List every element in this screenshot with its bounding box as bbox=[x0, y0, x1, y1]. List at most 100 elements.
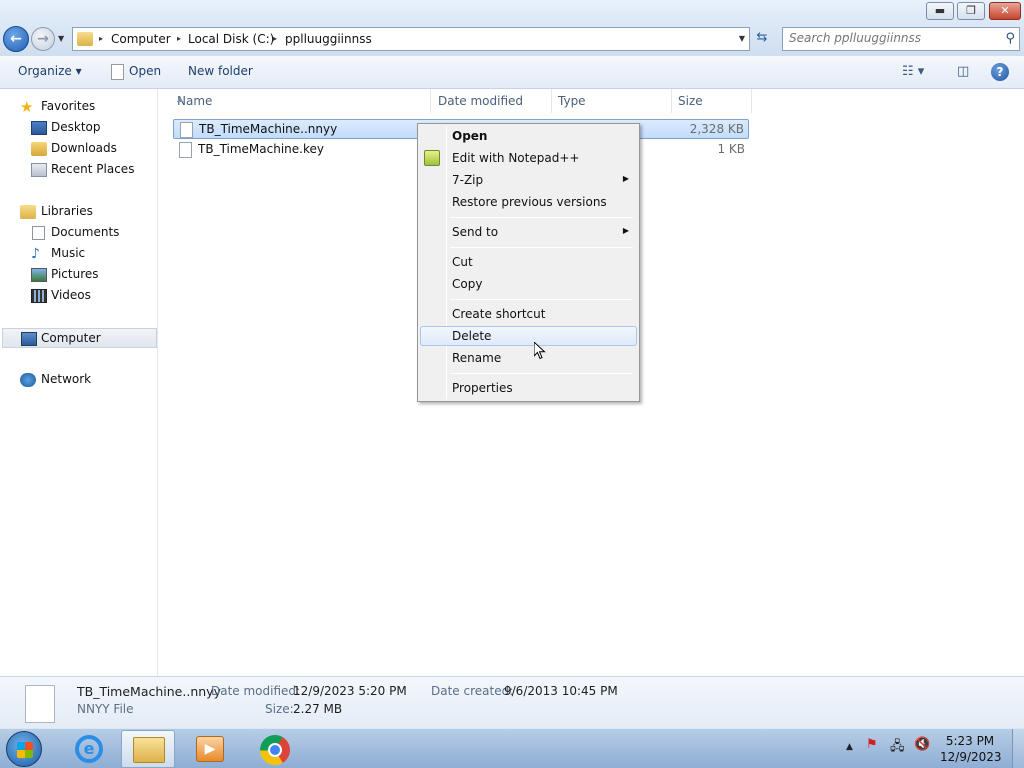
menu-item-create-shortcut[interactable]: Create shortcut bbox=[420, 304, 637, 324]
context-menu: Open Edit with Notepad++ 7-Zip ▶ Restore… bbox=[417, 123, 640, 402]
computer-icon bbox=[21, 332, 37, 346]
column-type-label: Type bbox=[558, 94, 586, 108]
menu-item-send-to[interactable]: Send to ▶ bbox=[420, 222, 637, 242]
nav-documents-label: Documents bbox=[51, 225, 120, 239]
nav-computer[interactable]: Computer bbox=[2, 328, 157, 348]
minimize-icon: ▬ bbox=[934, 4, 946, 17]
chrome-icon bbox=[260, 735, 290, 765]
libraries-icon bbox=[20, 205, 36, 219]
details-date-modified-label: Date modified: bbox=[211, 684, 301, 698]
windows-logo-icon bbox=[17, 742, 33, 758]
sort-ascending-icon: ▲ bbox=[177, 94, 184, 103]
menu-item-label: Properties bbox=[452, 381, 513, 395]
change-view-button[interactable]: ☷ ▾ bbox=[902, 64, 924, 79]
navigation-bar: ← → ▼ ▸ Computer ▸ Local Disk (C:) ▸ ppl… bbox=[0, 24, 1024, 56]
menu-item-7zip[interactable]: 7-Zip ▶ bbox=[420, 170, 637, 190]
nav-favorites[interactable]: ★ Favorites bbox=[0, 97, 158, 117]
start-button[interactable] bbox=[6, 731, 42, 767]
breadcrumb-folder[interactable]: pplluuggiinnss bbox=[285, 32, 372, 46]
maximize-button[interactable]: ❐ bbox=[957, 2, 985, 20]
search-input[interactable] bbox=[789, 31, 989, 45]
recent-places-icon bbox=[31, 163, 47, 177]
taskbar-media-player[interactable]: ▶ bbox=[184, 730, 238, 768]
menu-item-open[interactable]: Open bbox=[420, 126, 637, 146]
new-folder-button[interactable]: New folder bbox=[188, 64, 253, 78]
menu-item-label: Create shortcut bbox=[452, 307, 546, 321]
taskbar-windows-explorer[interactable] bbox=[121, 730, 175, 768]
menu-item-label: Edit with Notepad++ bbox=[452, 151, 580, 165]
details-date-modified: 12/9/2023 5:20 PM bbox=[293, 684, 407, 698]
file-icon bbox=[179, 142, 192, 158]
open-button[interactable]: Open bbox=[129, 64, 161, 78]
back-arrow-icon: ← bbox=[10, 31, 22, 47]
breadcrumb-separator[interactable]: ▸ bbox=[99, 34, 103, 43]
menu-item-label: 7-Zip bbox=[452, 173, 484, 187]
forward-button[interactable]: → bbox=[31, 27, 55, 51]
nav-computer-label: Computer bbox=[41, 331, 101, 345]
help-button[interactable]: ? bbox=[991, 63, 1009, 81]
nav-music[interactable]: ♪ Music bbox=[0, 244, 158, 264]
details-date-created-label: Date created: bbox=[431, 684, 514, 698]
column-header-name[interactable]: Name ▲ bbox=[171, 89, 431, 113]
internet-explorer-icon: e bbox=[75, 735, 103, 763]
menu-item-copy[interactable]: Copy bbox=[420, 274, 637, 294]
close-button[interactable]: ✕ bbox=[989, 2, 1021, 20]
action-center-icon[interactable]: ⚑ bbox=[866, 737, 878, 752]
menu-item-edit-notepadpp[interactable]: Edit with Notepad++ bbox=[420, 148, 637, 168]
recent-pages-dropdown[interactable]: ▼ bbox=[58, 34, 68, 44]
menu-item-restore-versions[interactable]: Restore previous versions bbox=[420, 192, 637, 212]
search-box[interactable]: ⚲ bbox=[782, 27, 1020, 51]
nav-pictures[interactable]: Pictures bbox=[0, 265, 158, 285]
network-status-icon[interactable]: 🖧 bbox=[890, 737, 905, 759]
preview-pane-button[interactable]: ◫ bbox=[957, 64, 969, 79]
taskbar-internet-explorer[interactable]: e bbox=[62, 730, 116, 768]
minimize-button[interactable]: ▬ bbox=[926, 2, 954, 20]
breadcrumb-computer[interactable]: Computer bbox=[111, 32, 171, 46]
show-hidden-icons-button[interactable]: ▲ bbox=[846, 742, 853, 752]
taskbar-chrome[interactable] bbox=[247, 730, 301, 768]
menu-item-delete[interactable]: Delete bbox=[420, 326, 637, 346]
folder-icon bbox=[77, 32, 93, 46]
column-header-date-modified[interactable]: Date modified bbox=[432, 89, 552, 113]
nav-desktop[interactable]: Desktop bbox=[0, 118, 158, 138]
menu-item-cut[interactable]: Cut bbox=[420, 252, 637, 272]
menu-item-rename[interactable]: Rename bbox=[420, 348, 637, 368]
nav-pictures-label: Pictures bbox=[51, 267, 99, 281]
nav-libraries-label: Libraries bbox=[41, 204, 93, 218]
volume-muted-icon[interactable]: 🔇 bbox=[914, 737, 930, 752]
nav-recent-places[interactable]: Recent Places bbox=[0, 160, 158, 180]
search-icon[interactable]: ⚲ bbox=[1005, 31, 1015, 46]
menu-item-label: Restore previous versions bbox=[452, 195, 607, 209]
organize-button[interactable]: Organize ▾ bbox=[18, 64, 82, 78]
breadcrumb-separator[interactable]: ▸ bbox=[177, 34, 181, 43]
back-button[interactable]: ← bbox=[3, 26, 29, 52]
nav-videos-label: Videos bbox=[51, 288, 91, 302]
windows-explorer-icon bbox=[133, 737, 165, 763]
details-filename: TB_TimeMachine..nnyy bbox=[77, 684, 221, 699]
nav-libraries[interactable]: Libraries bbox=[0, 202, 158, 222]
nav-network[interactable]: Network bbox=[0, 370, 158, 390]
file-size: 1 KB bbox=[717, 142, 745, 156]
documents-icon bbox=[32, 226, 45, 240]
notepadpp-icon bbox=[424, 150, 440, 166]
nav-videos[interactable]: Videos bbox=[0, 286, 158, 306]
breadcrumb-separator[interactable]: ▸ bbox=[273, 34, 277, 43]
column-header-type[interactable]: Type bbox=[552, 89, 672, 113]
address-dropdown-icon[interactable]: ▼ bbox=[739, 34, 745, 43]
clock-date: 12/9/2023 bbox=[940, 750, 1002, 764]
close-icon: ✕ bbox=[1000, 4, 1010, 17]
menu-item-properties[interactable]: Properties bbox=[420, 378, 637, 398]
menu-item-label: Open bbox=[452, 129, 488, 143]
clock-time: 5:23 PM bbox=[945, 734, 995, 748]
column-header-size[interactable]: Size bbox=[672, 89, 752, 113]
nav-downloads[interactable]: Downloads bbox=[0, 139, 158, 159]
nav-documents[interactable]: Documents bbox=[0, 223, 158, 243]
mouse-cursor-icon bbox=[534, 342, 546, 360]
menu-item-label: Cut bbox=[452, 255, 473, 269]
show-desktop-button[interactable] bbox=[1012, 729, 1024, 768]
address-bar[interactable]: ▸ Computer ▸ Local Disk (C:) ▸ pplluuggi… bbox=[72, 27, 750, 51]
breadcrumb-local-disk[interactable]: Local Disk (C:) bbox=[188, 32, 274, 46]
system-clock[interactable]: 5:23 PM 12/9/2023 bbox=[940, 733, 1002, 765]
file-size: 2,328 KB bbox=[689, 122, 744, 136]
refresh-button[interactable]: ⇆ bbox=[752, 30, 772, 48]
